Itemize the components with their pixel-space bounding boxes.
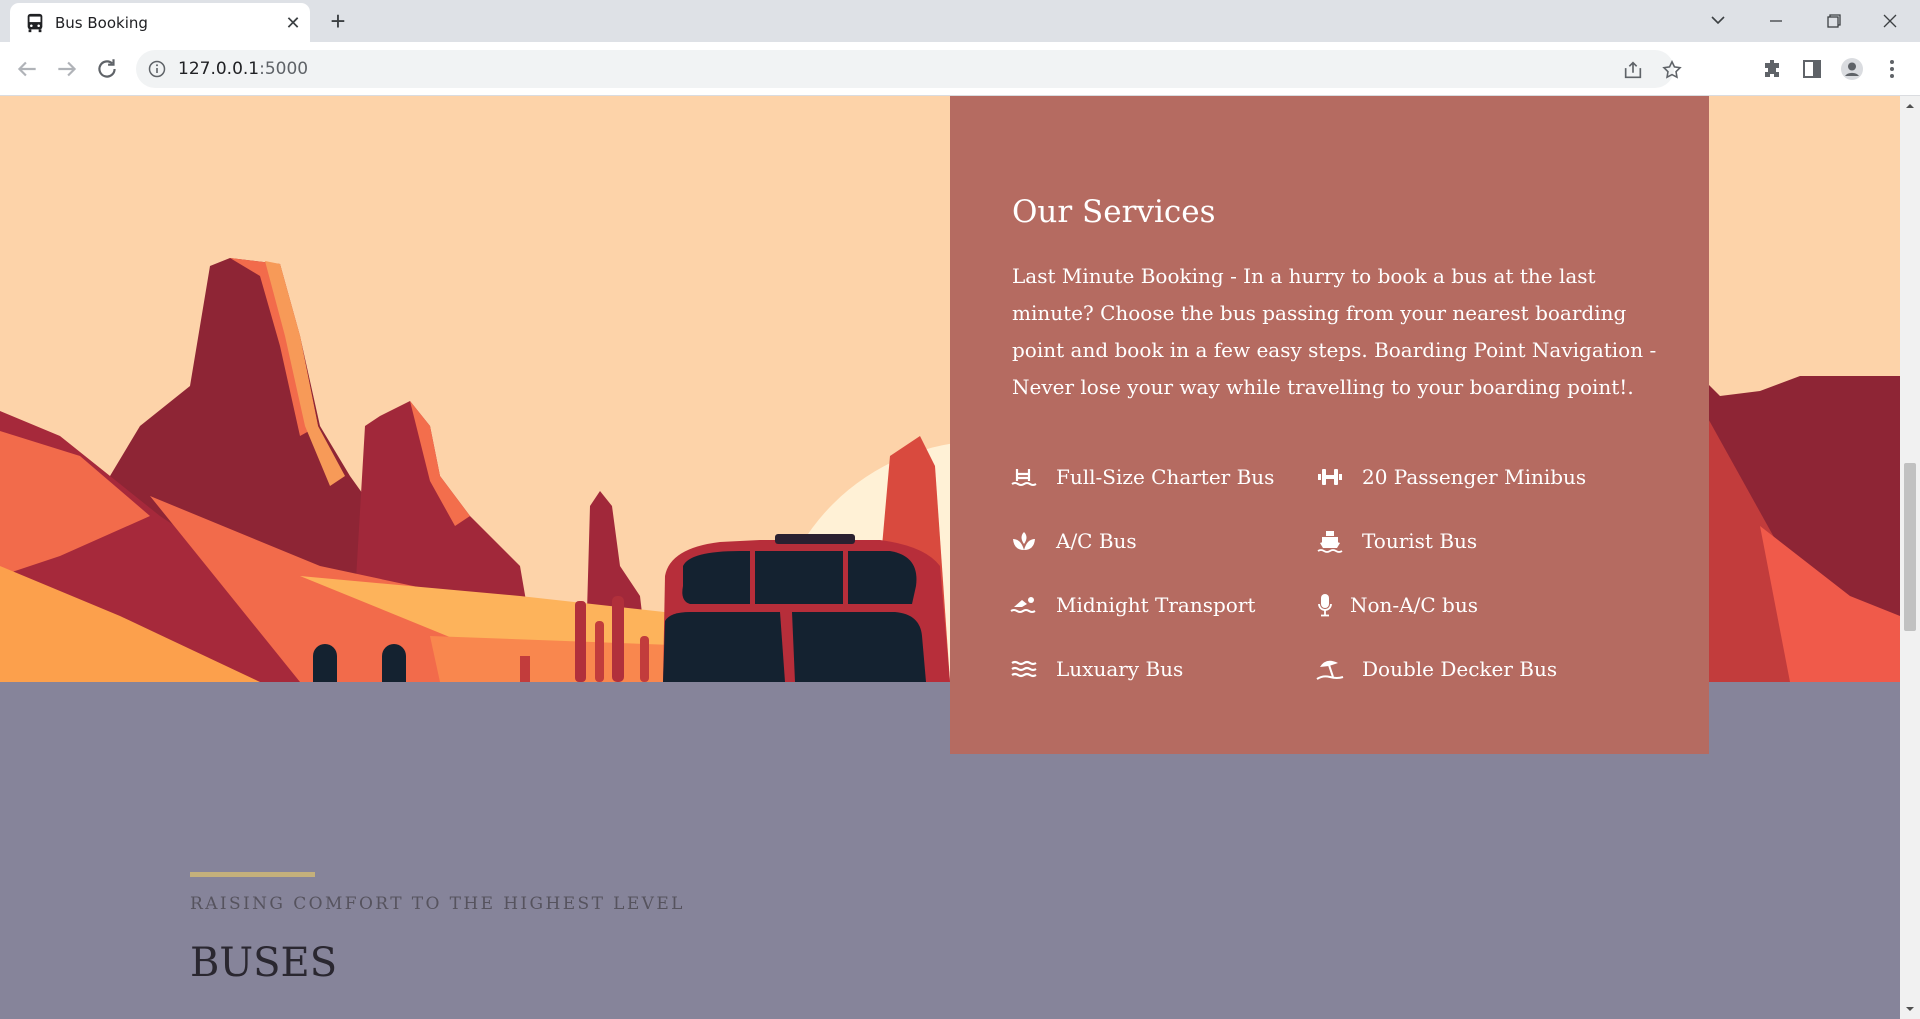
- restore-icon[interactable]: [1813, 6, 1853, 36]
- url-host: 127.0.0.1: [178, 59, 260, 79]
- url-port: :5000: [259, 59, 309, 79]
- service-label: Midnight Transport: [1056, 593, 1256, 617]
- service-item: Tourist Bus: [1316, 524, 1477, 558]
- menu-kebab-icon[interactable]: [1880, 57, 1904, 81]
- extensions-icon[interactable]: [1760, 57, 1784, 81]
- service-label: Luxuary Bus: [1056, 657, 1184, 681]
- service-item: A/C Bus: [1010, 524, 1137, 558]
- section-accent-rule: [190, 872, 315, 877]
- service-label: Non-A/C bus: [1350, 593, 1478, 617]
- pool-icon: [1010, 463, 1038, 491]
- buses-section: RAISING COMFORT TO THE HIGHEST LEVEL BUS…: [0, 682, 1900, 1019]
- profile-avatar-icon[interactable]: [1840, 57, 1864, 81]
- spa-icon: [1010, 527, 1038, 555]
- browser-tab[interactable]: Bus Booking ✕: [10, 3, 310, 42]
- url-text: 127.0.0.1:5000: [178, 59, 308, 79]
- service-label: Tourist Bus: [1362, 529, 1478, 553]
- section-kicker: RAISING COMFORT TO THE HIGHEST LEVEL: [190, 894, 685, 914]
- swimmer-icon: [1010, 591, 1038, 619]
- tab-search-icon[interactable]: [1698, 6, 1738, 36]
- new-tab-button[interactable]: +: [324, 8, 352, 36]
- close-tab-icon[interactable]: ✕: [282, 12, 304, 34]
- service-label: A/C Bus: [1056, 529, 1137, 553]
- service-item: Midnight Transport: [1010, 588, 1255, 622]
- tab-strip: Bus Booking ✕ +: [0, 0, 1920, 42]
- scrollbar-thumb[interactable]: [1904, 463, 1916, 631]
- services-panel: Our Services Last Minute Booking - In a …: [950, 96, 1709, 754]
- section-heading: BUSES: [190, 940, 338, 986]
- scroll-down-icon[interactable]: [1905, 1004, 1915, 1014]
- toolbar: 127.0.0.1:5000: [0, 42, 1920, 96]
- info-icon[interactable]: [148, 60, 166, 78]
- address-bar[interactable]: 127.0.0.1:5000: [136, 50, 1682, 88]
- bookmark-star-icon[interactable]: [1661, 59, 1683, 81]
- close-window-icon[interactable]: [1870, 6, 1910, 36]
- side-panel-icon[interactable]: [1800, 57, 1824, 81]
- share-icon[interactable]: [1622, 59, 1644, 81]
- reload-icon[interactable]: [94, 56, 120, 82]
- service-item: Non-A/C bus: [1316, 588, 1478, 622]
- tab-title: Bus Booking: [55, 14, 148, 32]
- service-item: Double Decker Bus: [1316, 652, 1557, 686]
- service-item: Luxuary Bus: [1010, 652, 1183, 686]
- vertical-scrollbar[interactable]: [1900, 96, 1920, 1019]
- minimize-icon[interactable]: [1756, 6, 1796, 36]
- scroll-up-icon[interactable]: [1905, 101, 1915, 111]
- dumbbell-icon: [1316, 463, 1344, 491]
- back-icon[interactable]: [14, 56, 40, 82]
- services-title: Our Services: [1012, 194, 1216, 230]
- service-item: Full-Size Charter Bus: [1010, 460, 1274, 494]
- service-item: 20 Passenger Minibus: [1316, 460, 1586, 494]
- umbrella-beach-icon: [1316, 655, 1344, 683]
- bus-icon: [27, 13, 43, 33]
- ship-icon: [1316, 527, 1344, 555]
- services-description: Last Minute Booking - In a hurry to book…: [1012, 264, 1657, 399]
- water-icon: [1010, 655, 1038, 683]
- microphone-icon: [1316, 591, 1334, 619]
- service-label: Double Decker Bus: [1362, 657, 1558, 681]
- service-label: 20 Passenger Minibus: [1362, 465, 1587, 489]
- page-content: Our Services Last Minute Booking - In a …: [0, 96, 1900, 1019]
- forward-icon[interactable]: [54, 56, 80, 82]
- service-label: Full-Size Charter Bus: [1056, 465, 1275, 489]
